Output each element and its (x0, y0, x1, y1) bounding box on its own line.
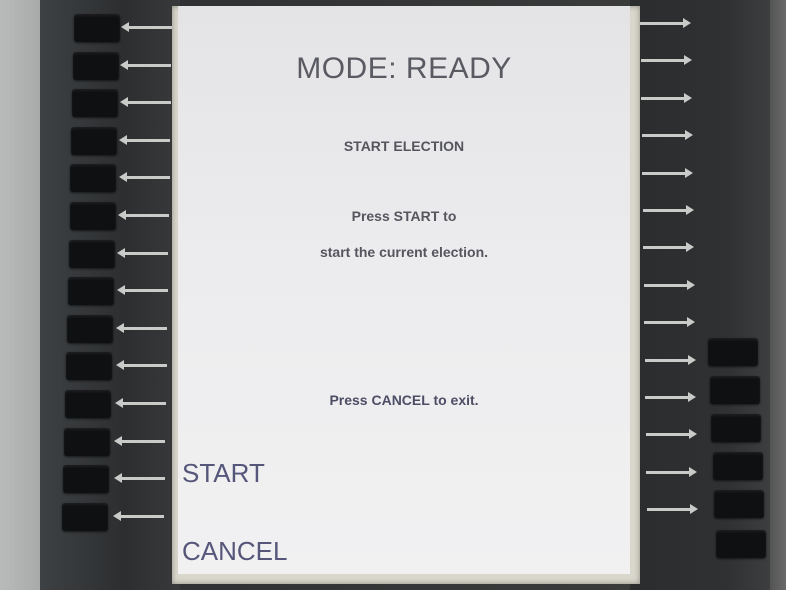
arrow-left-icon (120, 59, 172, 70)
arrow-left-icon (119, 97, 171, 108)
arrow-right-icon (643, 279, 695, 290)
left-side-button-9[interactable] (66, 314, 113, 343)
left-side-button-4[interactable] (71, 126, 118, 155)
right-side-button-2[interactable] (709, 376, 760, 404)
arrow-left-icon (121, 22, 172, 32)
arrow-right-icon (641, 92, 692, 103)
left-side-button-1[interactable] (74, 14, 120, 42)
arrow-right-icon (641, 130, 693, 141)
arrow-left-icon (117, 247, 169, 258)
right-side-button-4[interactable] (712, 452, 763, 480)
cancel-instruction: Press CANCEL to exit. (329, 392, 479, 408)
left-side-button-3[interactable] (72, 89, 119, 118)
cancel-softkey-label: CANCEL (182, 536, 288, 566)
arrow-right-icon (645, 392, 696, 402)
left-side-button-14[interactable] (62, 502, 109, 531)
voting-machine-device: MODE: READY START ELECTION Press START t… (0, 0, 786, 590)
arrow-left-icon (114, 435, 166, 446)
arrow-left-icon (116, 285, 168, 296)
arrow-left-icon (113, 510, 165, 521)
arrow-right-icon (643, 242, 694, 253)
left-side-button-2[interactable] (73, 51, 120, 80)
right-side-button-1[interactable] (708, 338, 758, 366)
arrow-left-icon (113, 473, 165, 484)
instruction-line-2: start the current election. (319, 244, 489, 260)
arrow-right-icon (640, 55, 692, 66)
right-side-button-3[interactable] (711, 414, 761, 442)
arrow-right-icon (642, 167, 693, 178)
left-side-button-7[interactable] (68, 239, 115, 268)
arrow-right-icon (642, 205, 694, 215)
left-side-button-11[interactable] (65, 390, 111, 418)
start-softkey-label: START (182, 458, 265, 488)
right-side-button-6[interactable] (715, 530, 766, 558)
display-screen: MODE: READY START ELECTION Press START t… (178, 6, 630, 574)
arrow-left-icon (116, 322, 168, 333)
arrow-right-icon (645, 429, 697, 440)
instruction-line-1: Press START to (351, 208, 457, 224)
arrow-right-icon (646, 504, 698, 515)
arrow-right-icon (646, 466, 697, 477)
left-side-button-6[interactable] (69, 202, 116, 230)
mode-title: MODE: READY (296, 52, 512, 85)
arrow-left-icon (119, 134, 171, 145)
arrow-left-icon (115, 398, 166, 408)
arrow-left-icon (118, 172, 170, 183)
arrow-right-icon (644, 317, 695, 328)
arrow-right-icon (644, 354, 696, 365)
arrow-left-icon (118, 210, 169, 220)
left-side-button-8[interactable] (67, 277, 114, 306)
arrow-left-icon (115, 360, 167, 371)
left-side-button-12[interactable] (64, 427, 111, 456)
left-side-button-13[interactable] (63, 465, 110, 494)
screen-heading: START ELECTION (343, 138, 465, 154)
right-side-button-5[interactable] (714, 490, 764, 518)
arrow-right-icon (640, 18, 691, 28)
left-side-button-5[interactable] (70, 164, 117, 193)
left-side-button-10[interactable] (65, 352, 112, 381)
